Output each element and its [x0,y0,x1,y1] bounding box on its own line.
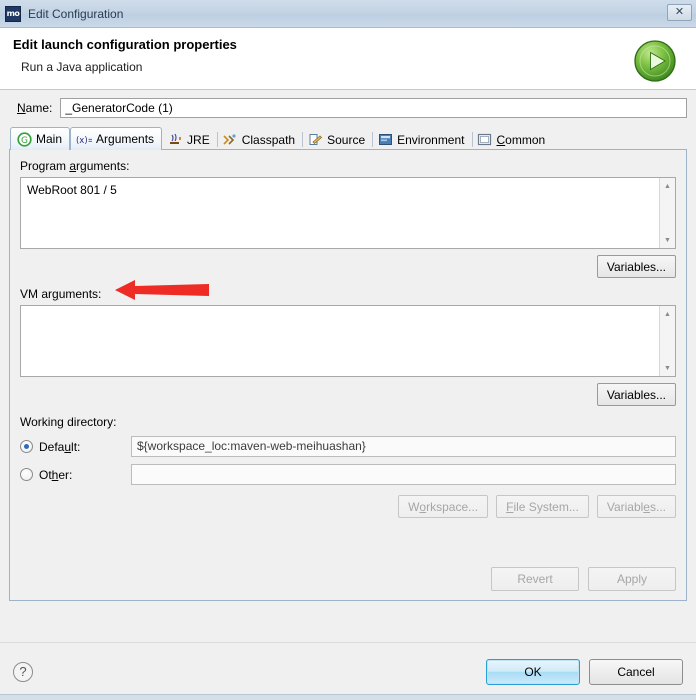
tab-bar: G Main (x)= Arguments [9,127,687,150]
arguments-icon: (x)= [76,131,92,147]
apply-button[interactable]: Apply [588,567,676,591]
program-arguments-scrollbar[interactable]: ▲ ▼ [659,178,675,248]
program-arguments-buttons: Variables... [20,255,676,278]
program-arguments-section: Program arguments: WebRoot 801 / 5 ▲ ▼ V… [10,159,686,278]
radio-default[interactable] [20,440,33,453]
scroll-up-icon[interactable]: ▲ [660,178,675,194]
scroll-down-icon[interactable]: ▼ [660,360,675,376]
title-bar: mo Edit Configuration ✕ [0,0,696,28]
tab-classpath[interactable]: Classpath [216,129,302,150]
radio-other[interactable] [20,468,33,481]
footer-buttons: OK Cancel [486,658,683,685]
svg-text:(x)=: (x)= [76,134,92,144]
tab-jre[interactable]: JRE [162,129,217,150]
tab-classpath-label: Classpath [241,132,296,147]
help-icon[interactable]: ? [13,661,33,682]
program-variables-button[interactable]: Variables... [596,255,676,278]
working-directory-default-value: ${workspace_loc:maven-web-meihuashan} [131,436,676,457]
vm-arguments-label: VM arguments: [20,287,102,301]
scroll-track[interactable] [660,322,675,360]
program-arguments-value[interactable]: WebRoot 801 / 5 [21,178,659,248]
run-play-icon [634,40,676,82]
name-row: Name: [9,98,687,118]
tab-arguments[interactable]: (x)= Arguments [70,127,163,150]
form-action-buttons: Revert Apply [491,567,676,591]
working-directory-default-row: Default: ${workspace_loc:maven-web-meihu… [20,436,676,457]
name-input[interactable] [60,98,687,118]
common-icon [477,132,493,148]
working-directory-buttons: Wo rkspace... File System... Variabl e s... [20,495,676,518]
workspace-button[interactable]: Wo rkspace... [398,495,489,518]
tab-source-label: Source [327,132,366,147]
window-bottom-edge [0,694,696,700]
jre-icon [167,132,183,148]
file-system-button[interactable]: File System... [496,495,589,518]
scroll-up-icon[interactable]: ▲ [660,306,675,322]
dialog-footer: ? OK Cancel [0,642,696,700]
ok-button[interactable]: OK [486,658,580,685]
tab-main[interactable]: G Main [10,127,71,150]
vm-arguments-value[interactable] [21,306,659,376]
working-directory-section: Working directory: Default: ${workspace_… [10,415,686,518]
working-directory-other-row: Other: [20,464,676,485]
vm-variables-button[interactable]: Variables... [596,383,676,406]
java-main-icon: G [16,131,32,147]
cancel-button[interactable]: Cancel [589,658,683,685]
radio-other-label: Other: [39,467,73,482]
scroll-track[interactable] [660,194,675,232]
environment-icon [377,132,393,148]
svg-text:G: G [21,136,28,146]
program-arguments-textarea[interactable]: WebRoot 801 / 5 ▲ ▼ [20,177,676,249]
dialog-header: Edit launch configuration properties Run… [0,28,696,90]
source-icon [307,132,323,148]
tab-environment-label: Environment [397,132,465,147]
tab-environment[interactable]: Environment [372,129,471,150]
classpath-icon [222,132,238,148]
close-icon[interactable]: ✕ [667,4,692,21]
working-dir-variables-button[interactable]: Variabl e s... [596,495,676,518]
radio-default-label: Default: [39,439,81,454]
tab-common-label: Common [496,132,546,147]
vm-arguments-textarea[interactable]: ▲ ▼ [20,305,676,377]
window-title: Edit Configuration [28,6,124,21]
vm-arguments-buttons: Variables... [20,383,676,406]
vm-arguments-section: VM arguments: ▲ ▼ Variables... [10,287,686,406]
app-icon: mo [5,5,21,22]
revert-button[interactable]: Revert [491,567,579,591]
tab-arguments-label: Arguments [96,132,155,146]
working-directory-label: Working directory: [20,415,117,429]
tab-jre-label: JRE [187,132,210,147]
name-label: Name: [17,101,53,115]
vm-arguments-scrollbar[interactable]: ▲ ▼ [659,306,675,376]
page-title: Edit launch configuration properties [13,37,237,52]
tab-source[interactable]: Source [302,129,372,150]
tab-common[interactable]: Common [471,129,553,150]
tab-main-label: Main [36,132,63,146]
working-directory-other-input[interactable] [131,464,676,485]
program-arguments-label: Program arguments: [20,159,130,173]
dialog-body: Name: G Main (x)= Argum [0,90,696,642]
arguments-tab-panel: Program arguments: WebRoot 801 / 5 ▲ ▼ V… [9,149,687,601]
page-subtitle: Run a Java application [21,60,143,74]
scroll-down-icon[interactable]: ▼ [660,232,675,248]
edit-configuration-dialog: mo Edit Configuration ✕ Edit launch conf… [0,0,696,700]
